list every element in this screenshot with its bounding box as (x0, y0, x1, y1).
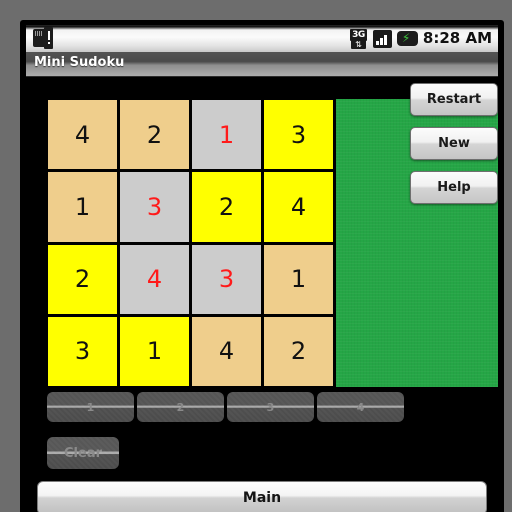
number-button-2[interactable]: 2 (137, 392, 224, 422)
3g-data-icon: 3G ⇅ (349, 28, 368, 49)
number-button-label: 3 (266, 400, 275, 414)
battery-charging-icon: ⚡ (396, 31, 418, 46)
clear-button[interactable]: Clear (47, 437, 119, 469)
sudoku-cell[interactable]: 1 (48, 172, 117, 242)
3g-label: 3G (349, 28, 367, 41)
sudoku-cell[interactable]: 2 (264, 316, 333, 386)
sudoku-cell[interactable]: 2 (120, 100, 189, 170)
device-bezel: 3G ⇅ ⚡ 8:28 AM Mini Sudoku 4213132424313… (0, 0, 512, 512)
number-button-label: 4 (356, 400, 365, 414)
signal-bars-icon (372, 29, 392, 48)
sudoku-cell[interactable]: 4 (48, 100, 117, 170)
number-button-3[interactable]: 3 (227, 392, 314, 422)
main-button-label: Main (242, 490, 282, 506)
main-button[interactable]: Main (37, 481, 487, 512)
sdcard-warning-icon (33, 27, 53, 49)
restart-button-label: Restart (426, 92, 482, 107)
clear-button-label: Clear (64, 445, 102, 461)
app-title-bar: Mini Sudoku (26, 52, 498, 77)
help-button[interactable]: Help (410, 171, 498, 204)
phone-screen: 3G ⇅ ⚡ 8:28 AM Mini Sudoku 4213132424313… (20, 20, 504, 512)
new-game-button-label: New (438, 136, 470, 151)
sudoku-cell[interactable]: 4 (120, 244, 189, 314)
sudoku-cell[interactable]: 4 (192, 316, 261, 386)
3g-arrows: ⇅ (350, 39, 366, 49)
sudoku-cell[interactable]: 4 (264, 172, 333, 242)
new-game-button[interactable]: New (410, 127, 498, 160)
status-bar-left-icons (33, 27, 53, 49)
sudoku-grid: 4213132424313142 (47, 99, 334, 387)
sudoku-cell[interactable]: 3 (192, 244, 261, 314)
status-bar-clock: 8:28 AM (422, 29, 492, 47)
restart-button[interactable]: Restart (410, 83, 498, 116)
app-content: 4213132424313142 Restart New Help 1234 C… (26, 77, 498, 512)
sudoku-cell[interactable]: 3 (264, 100, 333, 170)
status-bar-right-icons: 3G ⇅ ⚡ 8:28 AM (349, 25, 492, 52)
sudoku-cell[interactable]: 1 (192, 100, 261, 170)
number-button-4[interactable]: 4 (317, 392, 404, 422)
status-bar: 3G ⇅ ⚡ 8:28 AM (26, 25, 498, 52)
help-button-label: Help (437, 180, 471, 195)
sudoku-cell[interactable]: 1 (264, 244, 333, 314)
sudoku-cell[interactable]: 3 (120, 172, 189, 242)
app-title: Mini Sudoku (34, 55, 125, 70)
number-button-1[interactable]: 1 (47, 392, 134, 422)
number-button-label: 2 (176, 400, 185, 414)
sudoku-cell[interactable]: 2 (192, 172, 261, 242)
sudoku-cell[interactable]: 3 (48, 316, 117, 386)
sudoku-cell[interactable]: 2 (48, 244, 117, 314)
sudoku-cell[interactable]: 1 (120, 316, 189, 386)
number-button-label: 1 (86, 400, 95, 414)
